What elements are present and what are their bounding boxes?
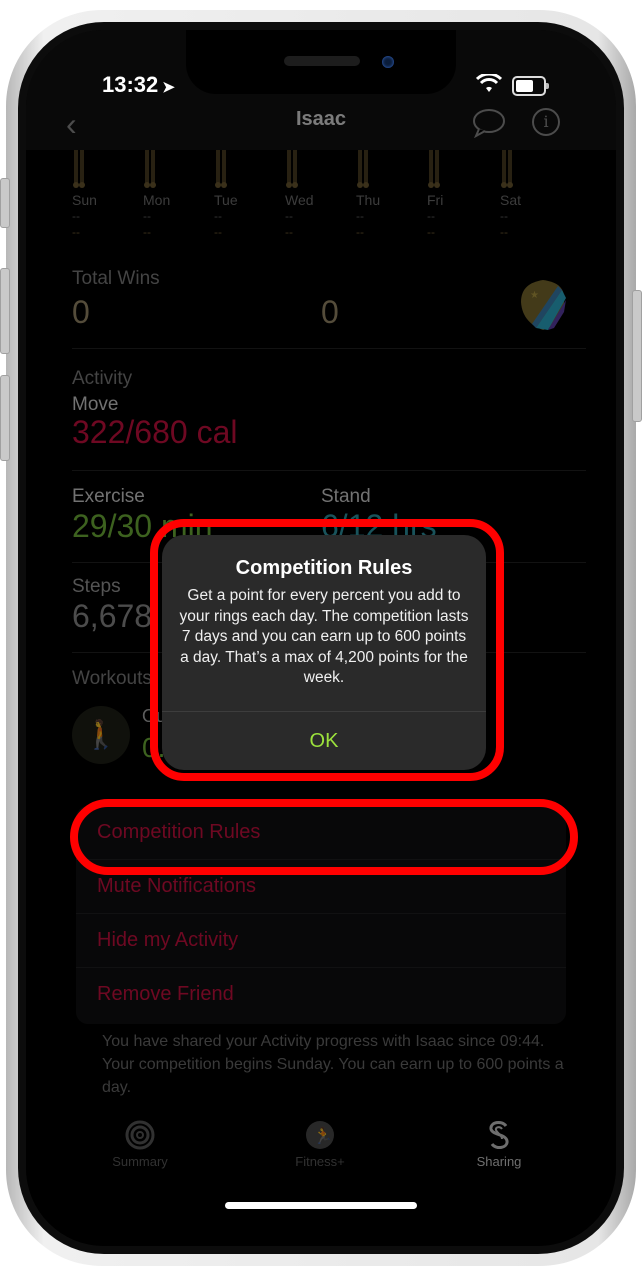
battery-icon bbox=[512, 76, 549, 96]
day-score-friend: -- bbox=[285, 225, 293, 239]
alert-message: Get a point for every percent you add to… bbox=[179, 587, 469, 686]
mute-switch bbox=[0, 178, 10, 228]
stand-label: Stand bbox=[321, 486, 371, 507]
day-score-friend: -- bbox=[356, 225, 364, 239]
alert-title: Competition Rules bbox=[235, 557, 413, 579]
menu-item-competition-rules[interactable]: Competition Rules bbox=[76, 806, 566, 860]
day-label: Wed bbox=[285, 192, 314, 208]
power-button bbox=[632, 290, 642, 422]
volume-up-button bbox=[0, 268, 10, 354]
tab-label: Fitness+ bbox=[295, 1154, 345, 1169]
day-score-friend: -- bbox=[500, 225, 508, 239]
location-arrow-icon: ➤ bbox=[162, 79, 175, 96]
day-column: Sat -- -- bbox=[500, 150, 540, 240]
activity-section: Activity Move 322/680 cal bbox=[72, 368, 586, 451]
divider bbox=[72, 470, 586, 471]
menu-item-remove-friend[interactable]: Remove Friend bbox=[76, 968, 566, 1021]
total-wins-section: Total Wins 0 0 bbox=[72, 268, 586, 330]
tab-sharing[interactable]: Sharing bbox=[444, 1120, 554, 1169]
divider bbox=[72, 348, 586, 349]
shared-since-text: You have shared your Activity progress w… bbox=[102, 1033, 545, 1050]
tab-label: Sharing bbox=[476, 1154, 522, 1169]
day-score-me: -- bbox=[72, 209, 80, 223]
navigation-bar: ‹ Isaac i bbox=[26, 94, 616, 150]
day-score-friend: -- bbox=[214, 225, 222, 239]
tab-bar: Summary 🏃 Fitness+ Sharing bbox=[26, 1120, 616, 1180]
message-bubble-icon[interactable] bbox=[472, 108, 506, 143]
sharing-info: You have shared your Activity progress w… bbox=[102, 1030, 572, 1099]
day-column: Tue -- -- bbox=[214, 150, 254, 240]
total-wins-label: Total Wins bbox=[72, 268, 160, 289]
notch bbox=[186, 30, 456, 94]
front-camera bbox=[382, 56, 394, 68]
day-column: Sun -- -- bbox=[72, 150, 112, 240]
total-wins-me: 0 bbox=[72, 294, 90, 330]
svg-text:🏃: 🏃 bbox=[313, 1126, 333, 1145]
wifi-icon bbox=[475, 72, 503, 99]
day-column: Mon -- -- bbox=[143, 150, 183, 240]
activity-label: Activity bbox=[72, 368, 133, 389]
home-indicator[interactable] bbox=[225, 1202, 417, 1209]
menu-item-mute-notifications[interactable]: Mute Notifications bbox=[76, 860, 566, 914]
day-label: Thu bbox=[356, 192, 381, 208]
time-text: 13:32 bbox=[102, 72, 159, 97]
day-column: Wed -- -- bbox=[285, 150, 325, 240]
competition-start-text: Your competition begins Sunday. You can … bbox=[102, 1056, 564, 1096]
friend-options-menu: Competition Rules Mute Notifications Hid… bbox=[76, 806, 566, 1024]
day-column: Thu -- -- bbox=[356, 150, 396, 240]
screen: 13:32 ➤ ‹ Isaac i Sun -- -- Mon -- -- Tue… bbox=[26, 30, 616, 1246]
menu-item-hide-activity[interactable]: Hide my Activity bbox=[76, 914, 566, 968]
day-label: Sat bbox=[500, 192, 522, 208]
info-icon[interactable]: i bbox=[532, 108, 560, 136]
day-score-me: -- bbox=[427, 209, 435, 223]
day-score-friend: -- bbox=[427, 225, 435, 239]
tab-fitness-plus[interactable]: 🏃 Fitness+ bbox=[265, 1120, 375, 1169]
volume-down-button bbox=[0, 375, 10, 461]
status-time: 13:32 ➤ bbox=[102, 72, 175, 98]
day-score-me: -- bbox=[143, 209, 151, 223]
day-label: Mon bbox=[143, 192, 171, 208]
day-label: Tue bbox=[214, 192, 238, 208]
day-score-me: -- bbox=[356, 209, 364, 223]
alert-ok-button[interactable]: OK bbox=[162, 712, 486, 770]
competition-badge-icon: ★ bbox=[518, 278, 568, 332]
day-score-me: -- bbox=[500, 209, 508, 223]
total-wins-friend: 0 bbox=[321, 294, 339, 330]
day-column: Fri -- -- bbox=[427, 150, 467, 240]
tab-summary[interactable]: Summary bbox=[85, 1120, 195, 1169]
day-score-me: -- bbox=[214, 209, 222, 223]
day-label: Sun bbox=[72, 192, 97, 208]
day-score-friend: -- bbox=[72, 225, 80, 239]
day-score-me: -- bbox=[285, 209, 293, 223]
day-score-friend: -- bbox=[143, 225, 151, 239]
sharing-icon bbox=[489, 1120, 509, 1150]
fitness-runner-icon: 🏃 bbox=[306, 1121, 334, 1149]
page-title: Isaac bbox=[295, 108, 347, 130]
day-label: Fri bbox=[427, 192, 444, 208]
speaker bbox=[284, 56, 360, 66]
walking-icon: 🚶 bbox=[72, 706, 130, 764]
activity-rings-icon bbox=[125, 1120, 155, 1150]
svg-text:★: ★ bbox=[530, 290, 539, 301]
tab-label: Summary bbox=[112, 1154, 168, 1169]
competition-rules-alert: Competition Rules Get a point for every … bbox=[162, 535, 486, 770]
move-label: Move bbox=[72, 394, 119, 415]
move-value: 322/680 cal bbox=[72, 414, 238, 450]
